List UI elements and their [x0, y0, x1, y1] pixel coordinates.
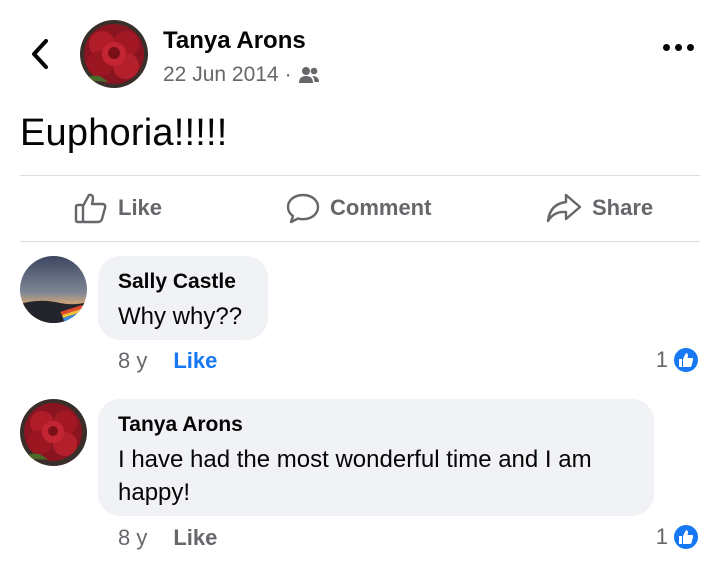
more-options-button[interactable]	[663, 44, 694, 51]
rose-image	[80, 20, 148, 88]
comment-age[interactable]: 8 y	[118, 525, 147, 551]
divider	[20, 175, 700, 176]
comment-like-button[interactable]: Like	[173, 525, 217, 551]
comment-bubble[interactable]: Tanya Arons I have had the most wonderfu…	[98, 399, 654, 516]
post-author-avatar[interactable]	[80, 20, 148, 88]
comment-reactions[interactable]: 1	[656, 523, 700, 551]
comment-like-button[interactable]: Like	[173, 348, 217, 374]
post-text: Euphoria!!!!!	[20, 112, 228, 154]
like-button[interactable]: Like	[74, 186, 162, 230]
share-label: Share	[592, 195, 654, 220]
friends-icon	[298, 67, 319, 83]
more-dot-icon	[675, 44, 682, 51]
share-arrow-icon	[546, 193, 582, 223]
thumbs-up-icon	[74, 193, 107, 224]
comment-text: Why why??	[118, 303, 243, 330]
comment-label: Comment	[330, 195, 432, 220]
chevron-left-icon	[32, 39, 48, 69]
post-date[interactable]: 22 Jun 2014	[163, 63, 279, 87]
meta-separator: ·	[284, 63, 292, 86]
back-button[interactable]	[24, 34, 56, 74]
more-dot-icon	[663, 44, 670, 51]
more-dot-icon	[687, 44, 694, 51]
comment-age[interactable]: 8 y	[118, 348, 147, 374]
commenter-name[interactable]: Sally Castle	[118, 270, 248, 294]
reaction-count: 1	[655, 347, 668, 372]
like-reaction-icon	[672, 346, 700, 374]
commenter-avatar[interactable]	[20, 256, 87, 323]
rose-image	[20, 399, 87, 466]
comment-meta: 8 y Like	[118, 348, 217, 374]
sunset-landscape-image	[20, 256, 87, 323]
commenter-name[interactable]: Tanya Arons	[118, 413, 634, 437]
post-meta: 22 Jun 2014 ·	[163, 63, 320, 87]
comment-reactions[interactable]: 1	[656, 346, 700, 374]
post-author-name[interactable]: Tanya Arons	[163, 27, 306, 55]
share-button[interactable]: Share	[546, 186, 653, 230]
comment-bubble-icon	[286, 193, 320, 224]
comment-button[interactable]: Comment	[286, 186, 431, 230]
comment-text: I have had the most wonderful time and I…	[118, 446, 592, 506]
like-reaction-icon	[672, 523, 700, 551]
comment-bubble[interactable]: Sally Castle Why why??	[98, 256, 268, 340]
commenter-avatar[interactable]	[20, 399, 87, 466]
like-label: Like	[118, 195, 163, 220]
reaction-count: 1	[655, 524, 668, 549]
comment-meta: 8 y Like	[118, 525, 217, 551]
divider	[20, 241, 700, 242]
